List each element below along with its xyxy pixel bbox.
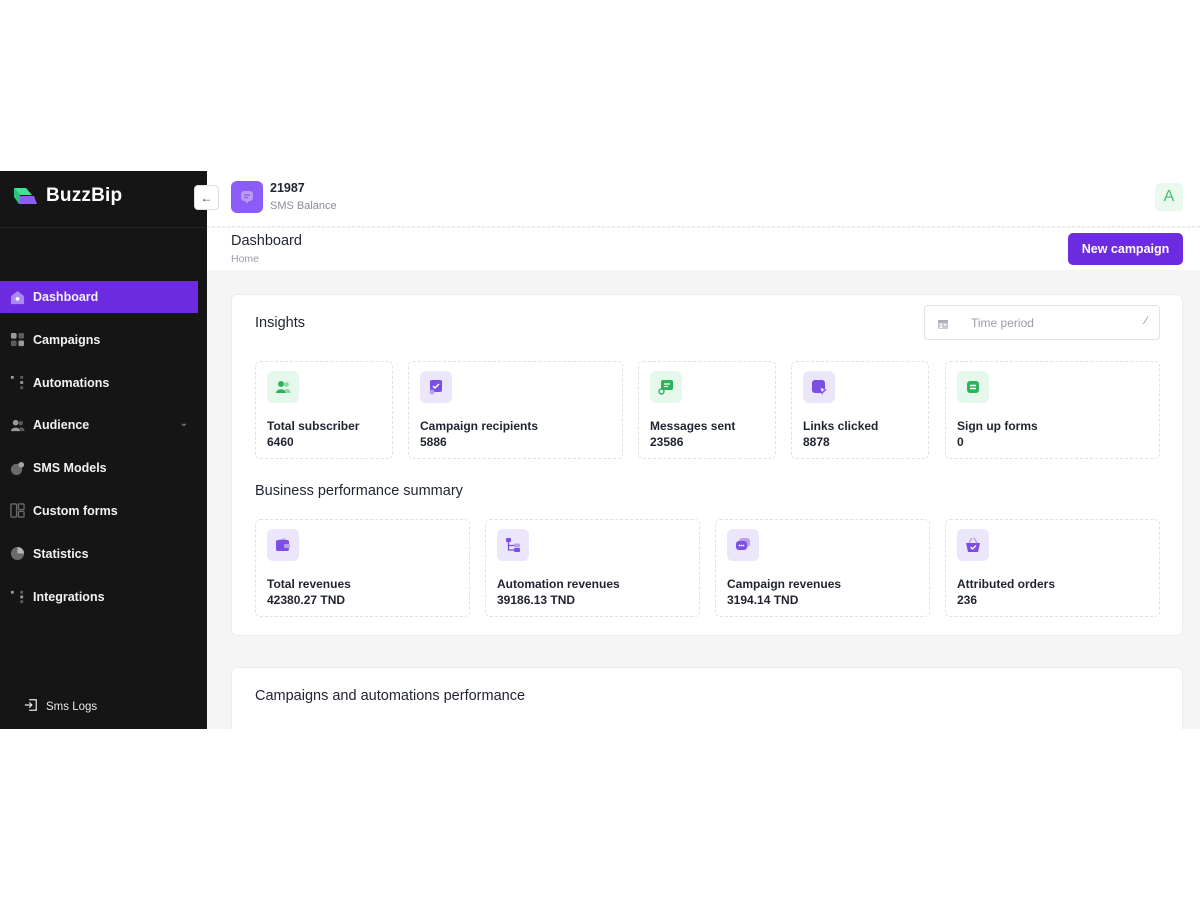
sidebar-item-campaigns[interactable]: Campaigns	[0, 324, 198, 356]
sidebar-item-label: Automations	[33, 375, 110, 390]
sms-balance-icon	[231, 181, 263, 213]
home-icon	[9, 289, 25, 305]
pie-chart-icon	[9, 546, 25, 562]
breadcrumb[interactable]: Home	[231, 253, 259, 265]
sms-balance-value: 21987	[270, 181, 305, 195]
users-icon	[9, 417, 25, 433]
plug-icon	[9, 589, 25, 605]
automation-icon	[497, 529, 529, 561]
sms-logs-link[interactable]: Sms Logs	[24, 698, 97, 715]
sidebar-divider	[0, 227, 207, 228]
sidebar-item-label: Campaigns	[33, 332, 101, 347]
logout-icon	[24, 698, 38, 715]
stat-value: 23586	[650, 435, 684, 449]
performance-title: Campaigns and automations performance	[255, 688, 526, 704]
stat-label: Total revenues	[267, 577, 351, 591]
message-sent-icon	[650, 371, 682, 403]
chevron-down-icon: ⌄	[179, 418, 188, 430]
sidebar-item-integrations[interactable]: Integrations	[0, 581, 198, 613]
stat-total-subscriber: Total subscriber 6460	[255, 361, 393, 459]
sidebar-item-label: SMS Models	[33, 461, 107, 476]
stat-attributed-orders: Attributed orders 236	[945, 519, 1160, 617]
sms-logs-label: Sms Logs	[46, 700, 98, 713]
form-icon	[9, 503, 25, 519]
stat-label: Attributed orders	[957, 577, 1056, 591]
insights-title: Insights	[255, 315, 305, 331]
sidebar-item-label: Custom forms	[33, 503, 118, 518]
stat-value: 42380.27 TND	[267, 593, 346, 607]
stat-label: Messages sent	[650, 419, 736, 433]
calendar-icon	[937, 317, 949, 335]
wallet-icon	[267, 529, 299, 561]
performance-card: Campaigns and automations performance	[231, 667, 1183, 729]
grid-icon	[9, 332, 25, 348]
sidebar-item-label: Statistics	[33, 546, 89, 561]
chat-icon	[727, 529, 759, 561]
sidebar-item-custom-forms[interactable]: Custom forms	[0, 495, 198, 527]
stat-label: Total subscriber	[267, 419, 360, 433]
sidebar-item-label: Audience	[33, 418, 90, 433]
sidebar-item-label: Dashboard	[33, 290, 99, 304]
time-period-placeholder: Time period	[971, 316, 1034, 330]
new-campaign-button[interactable]: New campaign	[1068, 233, 1183, 265]
sidebar: BuzzBip Dashboard Campaigns Automations …	[0, 171, 207, 729]
sidebar-item-sms-models[interactable]: SMS Models	[0, 452, 198, 484]
arrow-left-icon: ←	[200, 190, 213, 205]
form-icon	[957, 371, 989, 403]
stat-label: Campaign revenues	[727, 577, 842, 591]
stat-value: 5886	[420, 435, 447, 449]
sidebar-item-audience[interactable]: Audience ⌄	[0, 409, 198, 441]
users-icon	[267, 371, 299, 403]
stat-value: 8878	[803, 435, 830, 449]
insights-card: Insights Time period ∕ Total subscriber …	[231, 294, 1183, 636]
stat-total-revenues: Total revenues 42380.27 TND	[255, 519, 470, 617]
sidebar-item-statistics[interactable]: Statistics	[0, 538, 198, 570]
stat-label: Automation revenues	[497, 577, 620, 591]
campaign-icon	[420, 371, 452, 403]
app-name: BuzzBip	[46, 185, 123, 206]
stat-automation-revenues: Automation revenues 39186.13 TND	[485, 519, 700, 617]
sidebar-item-dashboard[interactable]: Dashboard	[0, 281, 198, 313]
avatar[interactable]: A	[1155, 183, 1183, 211]
stat-value: 39186.13 TND	[497, 593, 576, 607]
stat-value: 6460	[267, 435, 294, 449]
sidebar-item-automations[interactable]: Automations	[0, 367, 198, 399]
clear-icon[interactable]: ∕	[1145, 315, 1147, 327]
sms-balance-label: SMS Balance	[270, 200, 337, 212]
sidebar-item-label: Integrations	[33, 589, 105, 604]
business-performance-title: Business performance summary	[255, 483, 463, 499]
collapse-sidebar-button[interactable]: ←	[194, 185, 219, 210]
stat-value: 0	[957, 435, 964, 449]
stat-value: 236	[957, 593, 978, 607]
page-header: Dashboard Home New campaign	[207, 228, 1200, 270]
stat-value: 3194.14 TND	[727, 593, 799, 607]
stat-label: Links clicked	[803, 419, 879, 433]
stat-links-clicked: Links clicked 8878	[791, 361, 929, 459]
link-click-icon	[803, 371, 835, 403]
top-header: 21987 SMS Balance A	[207, 171, 1200, 227]
time-period-picker[interactable]: Time period ∕	[924, 305, 1160, 340]
stat-campaign-revenues: Campaign revenues 3194.14 TND	[715, 519, 930, 617]
stat-messages-sent: Messages sent 23586	[638, 361, 776, 459]
app-frame: BuzzBip Dashboard Campaigns Automations …	[0, 171, 1200, 729]
sidebar-nav: Dashboard Campaigns Automations Audience	[0, 281, 207, 623]
stat-sign-up-forms: Sign up forms 0	[945, 361, 1160, 459]
stat-label: Campaign recipients	[420, 419, 539, 433]
basket-icon	[957, 529, 989, 561]
buzzbip-logo-icon	[12, 185, 38, 207]
logo[interactable]: BuzzBip	[12, 185, 122, 207]
flow-icon	[9, 375, 25, 391]
stat-campaign-recipients: Campaign recipients 5886	[408, 361, 623, 459]
template-icon	[9, 460, 25, 476]
page-title: Dashboard	[231, 233, 302, 249]
stat-label: Sign up forms	[957, 419, 1038, 433]
